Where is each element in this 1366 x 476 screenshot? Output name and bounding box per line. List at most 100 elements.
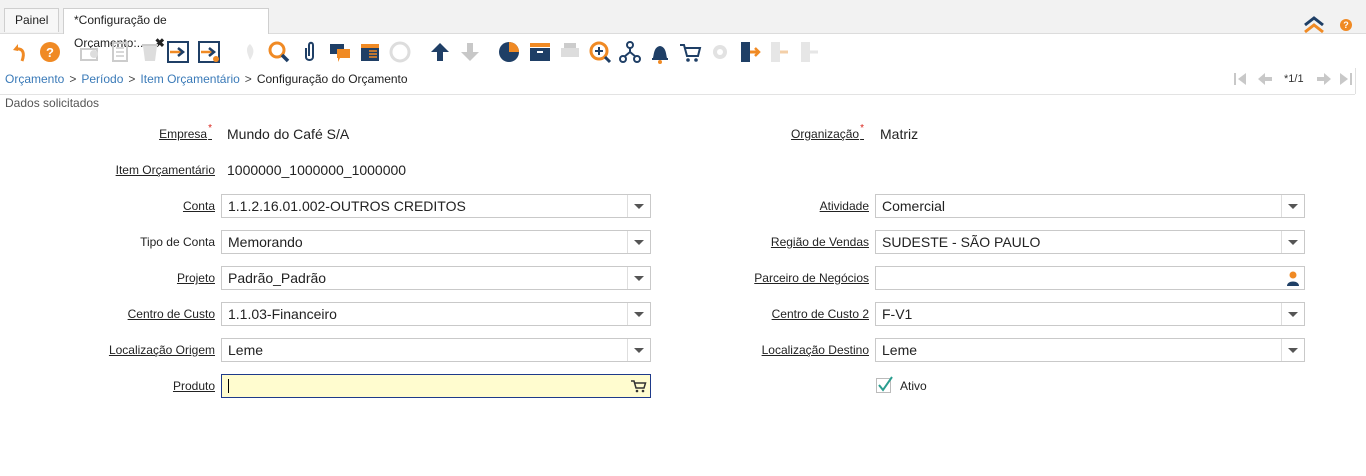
first-record-icon [1231,70,1249,90]
atividade-label: Atividade [819,199,869,213]
attachment-icon[interactable] [298,40,322,64]
record-page-indicator: *1/1 [1284,73,1304,85]
new-record-icon [78,40,102,64]
projeto-select[interactable]: Padrão_Padrão [221,266,651,290]
tipo-conta-label: Tipo de Conta [140,235,215,249]
parceiro-input[interactable] [875,266,1305,290]
chevron-down-icon[interactable] [627,339,650,361]
save-and-import-icon[interactable] [166,40,190,64]
localizacao-origem-label: Localização Origem [108,343,215,357]
chevron-down-icon[interactable] [1281,339,1304,361]
organizacao-value: Matriz [880,126,919,142]
tab-bar: Painel *Configuração de Orçamento:... ✖ ? [0,6,1366,50]
regiao-vendas-value: SUDESTE - SÃO PAULO [882,234,1041,250]
breadcrumb-separator: > [244,72,252,86]
cart-icon[interactable] [630,377,648,395]
help-icon[interactable]: ? [38,40,62,64]
chevron-down-icon[interactable] [1281,303,1304,325]
centro-custo-2-select[interactable]: F-V1 [875,302,1305,326]
item-orcamentario-label: Item Orçamentário [115,163,215,177]
produto-input[interactable] [221,374,651,398]
settings-icon [708,40,732,64]
chevron-down-icon[interactable] [627,231,650,253]
save-and-export-icon[interactable] [197,40,221,64]
conta-value: 1.1.2.16.01.002-OUTROS CREDITOS [228,198,466,214]
tab-configuracao-orcamento[interactable]: *Configuração de Orçamento:... ✖ [63,8,269,50]
import-icon [798,40,822,64]
centro-custo-2-label: Centro de Custo 2 [771,307,869,321]
ativo-label: Ativo [900,379,927,393]
atividade-value: Comercial [882,198,946,214]
delete-icon [138,40,162,64]
conta-select[interactable]: 1.1.2.16.01.002-OUTROS CREDITOS [221,194,651,218]
centro-custo-label: Centro de Custo [127,307,215,321]
tab-label: Painel [15,13,49,27]
divider [0,94,1355,95]
scrollbar[interactable] [1355,68,1366,94]
localizacao-origem-value: Leme [228,342,264,358]
regiao-vendas-select[interactable]: SUDESTE - SÃO PAULO [875,230,1305,254]
tab-painel[interactable]: Painel [4,8,60,32]
localizacao-destino-label: Localização Destino [761,343,869,357]
toolbar: ? [0,34,1366,68]
zoom-across-icon [388,40,412,64]
atividade-select[interactable]: Comercial [875,194,1305,218]
chevron-down-icon[interactable] [627,303,650,325]
chevron-down-icon[interactable] [627,195,650,217]
next-arrow-icon [1315,70,1333,90]
user-icon[interactable] [1284,269,1302,287]
breadcrumb-separator: > [69,72,77,86]
collapse-icon[interactable] [1302,15,1326,35]
conta-label: Conta [182,199,215,213]
tipo-conta-select[interactable]: Memorando [221,230,651,254]
checkmark-icon [878,376,893,392]
exit-icon[interactable] [738,40,762,64]
localizacao-destino-value: Leme [882,342,918,358]
svg-text:?: ? [46,45,54,60]
parceiro-label: Parceiro de Negócios [754,271,869,285]
previous-arrow-icon [1256,70,1274,90]
chevron-down-icon[interactable] [627,267,650,289]
tipo-conta-value: Memorando [228,234,303,250]
centro-custo-value: 1.1.03-Financeiro [228,306,337,322]
find-icon[interactable] [267,40,291,64]
regiao-vendas-label: Região de Vendas [770,235,869,249]
localizacao-origem-select[interactable]: Leme [221,338,651,362]
chat-icon[interactable] [328,40,352,64]
refresh-icon [238,40,262,64]
undo-icon[interactable] [9,40,33,64]
chevron-down-icon[interactable] [1281,195,1304,217]
centro-custo-select[interactable]: 1.1.03-Financeiro [221,302,651,326]
organizacao-label: Organização* [791,123,864,141]
centro-custo-2-value: F-V1 [882,306,913,322]
workflow-icon[interactable] [618,40,642,64]
breadcrumb-orcamento[interactable]: Orçamento [5,72,64,86]
ativo-checkbox[interactable] [876,376,893,393]
breadcrumb-periodo[interactable]: Período [81,72,123,86]
print-icon [558,40,582,64]
text-caret [228,379,229,393]
empresa-value: Mundo do Café S/A [227,126,350,142]
zoom-in-icon[interactable] [588,40,612,64]
section-title: Dados solicitados [5,96,100,110]
breadcrumb: Orçamento > Período > Item Orçamentário > Conf… [5,72,408,86]
empresa-label: Empresa* [159,123,212,141]
breadcrumb-separator: > [128,72,136,86]
report-icon[interactable] [358,40,382,64]
previous-record-icon[interactable] [428,40,452,64]
breadcrumb-current: Configuração do Orçamento [256,72,408,86]
chevron-down-icon[interactable] [1281,231,1304,253]
last-record-icon [1337,70,1355,90]
cart-icon[interactable] [678,40,702,64]
notification-icon[interactable] [648,40,672,64]
help-icon[interactable]: ? [1340,19,1352,31]
export-icon [768,40,792,64]
item-orcamentario-value: 1000000_1000000_1000000 [227,162,407,178]
localizacao-destino-select[interactable]: Leme [875,338,1305,362]
breadcrumb-item-orcamentario[interactable]: Item Orçamentário [140,72,239,86]
next-record-icon [458,40,482,64]
copy-icon [108,40,132,64]
projeto-label: Projeto [176,271,215,285]
chart-icon[interactable] [497,40,521,64]
archive-icon[interactable] [528,40,552,64]
